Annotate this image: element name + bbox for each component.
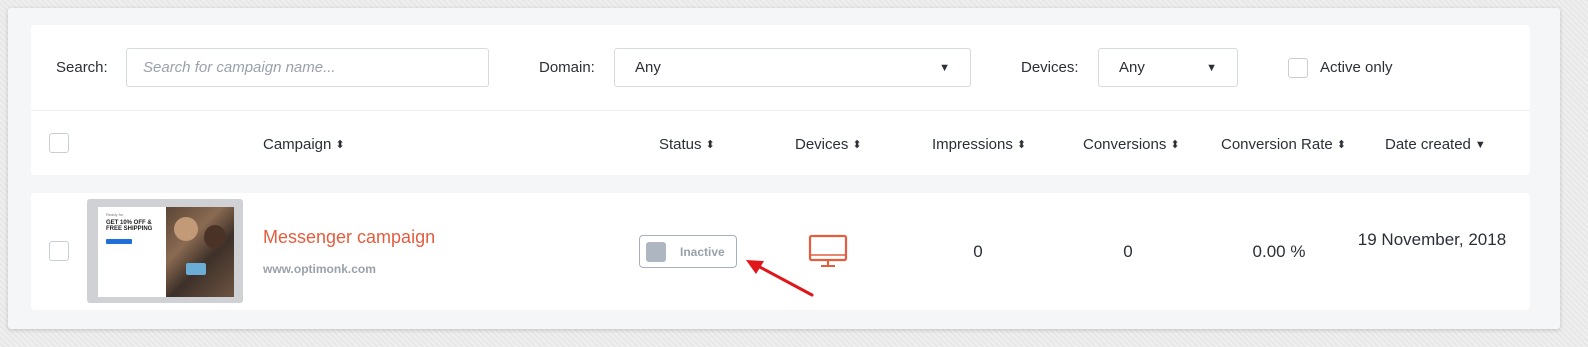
column-header-campaign[interactable]: Campaign ⬍ (263, 136, 345, 153)
search-label: Search: (56, 59, 108, 76)
sort-icon: ⬍ (852, 139, 862, 151)
sort-icon: ⬍ (1336, 139, 1346, 151)
column-header-date-created[interactable]: Date created ▼ (1385, 136, 1486, 153)
campaign-domain: www.optimonk.com (263, 262, 376, 276)
conversions-value: 0 (1123, 242, 1133, 261)
table-header: Campaign ⬍ Status ⬍ Devices ⬍ Impressions ⬍ … (31, 111, 1530, 175)
sort-icon: ⬍ (335, 139, 345, 151)
toggle-knob (646, 241, 666, 262)
impressions-value: 0 (973, 242, 983, 261)
status-label: Inactive (680, 244, 725, 259)
filter-bar: Search: Search for campaign name... Doma… (31, 25, 1530, 111)
domain-select-value: Any (635, 59, 661, 76)
thumbnail-text: Ready for GET 10% OFF & FREE SHIPPING (106, 212, 168, 245)
active-only-checkbox[interactable] (1288, 58, 1308, 78)
conversion-rate-value: 0.00 % (1252, 242, 1306, 261)
column-header-conversion-rate[interactable]: Conversion Rate ⬍ (1221, 136, 1346, 153)
column-header-devices[interactable]: Devices ⬍ (795, 136, 862, 153)
devices-select-value: Any (1119, 59, 1145, 76)
chevron-down-icon: ▼ (1206, 61, 1217, 74)
domain-label: Domain: (539, 59, 595, 76)
thumbnail-photo (166, 207, 234, 297)
search-input[interactable]: Search for campaign name... (126, 48, 489, 87)
sort-icon: ⬍ (1170, 139, 1180, 151)
sort-icon: ⬍ (1016, 139, 1027, 151)
status-toggle[interactable]: Inactive (639, 235, 737, 268)
search-placeholder: Search for campaign name... (143, 59, 336, 76)
chevron-down-icon: ▼ (939, 61, 950, 74)
campaign-filter-card: Search: Search for campaign name... Doma… (31, 25, 1530, 175)
devices-select[interactable]: Any ▼ (1098, 48, 1238, 87)
sort-down-icon: ▼ (1474, 139, 1486, 151)
annotation-arrow-icon (746, 260, 814, 297)
active-only-label[interactable]: Active only (1320, 59, 1393, 76)
sort-icon: ⬍ (705, 139, 715, 151)
domain-select[interactable]: Any ▼ (614, 48, 971, 87)
devices-label: Devices: (1021, 59, 1079, 76)
select-all-checkbox[interactable] (49, 133, 69, 153)
row-checkbox[interactable] (49, 241, 69, 261)
campaign-thumbnail[interactable]: Ready for GET 10% OFF & FREE SHIPPING (87, 199, 243, 303)
thumbnail-cta-button (106, 239, 132, 245)
column-header-conversions[interactable]: Conversions ⬍ (1083, 136, 1180, 153)
campaign-name-link[interactable]: Messenger campaign (263, 227, 435, 248)
column-header-status[interactable]: Status ⬍ (659, 136, 715, 153)
thumbnail-preview: Ready for GET 10% OFF & FREE SHIPPING (98, 207, 234, 297)
column-header-impressions[interactable]: Impressions ⬍ (932, 136, 1026, 153)
date-created-value: 19 November, 2018 (1357, 230, 1507, 249)
